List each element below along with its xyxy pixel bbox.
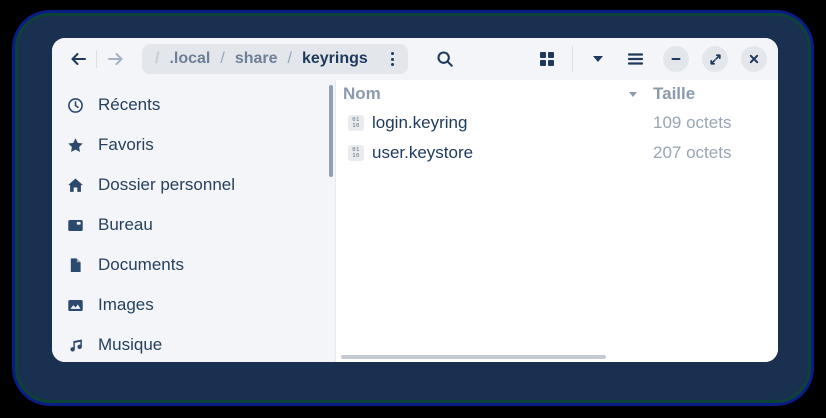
maximize-button[interactable] bbox=[702, 46, 728, 72]
sidebar-item-label: Dossier personnel bbox=[98, 175, 235, 195]
breadcrumb-segment-current[interactable]: keyrings bbox=[302, 50, 368, 68]
sidebar-item-home[interactable]: Dossier personnel bbox=[52, 165, 335, 205]
minimize-icon bbox=[670, 53, 682, 65]
expand-diagonal-icon bbox=[709, 53, 722, 66]
sidebar-item-music[interactable]: Musique bbox=[52, 325, 335, 362]
path-options-button[interactable] bbox=[382, 46, 404, 72]
nav-separator bbox=[96, 50, 97, 68]
arrow-right-icon bbox=[106, 51, 125, 67]
file-name: login.keyring bbox=[372, 113, 653, 133]
music-note-icon bbox=[65, 337, 85, 354]
window-body: Récents Favoris Dossier personnel bbox=[52, 80, 778, 362]
sidebar-item-label: Musique bbox=[98, 335, 162, 355]
file-row-login-keyring[interactable]: 01 10 login.keyring 109 octets bbox=[336, 108, 778, 138]
sidebar: Récents Favoris Dossier personnel bbox=[52, 80, 335, 362]
sidebar-item-pictures[interactable]: Images bbox=[52, 285, 335, 325]
star-icon bbox=[65, 137, 85, 154]
arrow-left-icon bbox=[69, 51, 88, 67]
minimize-button[interactable] bbox=[663, 46, 689, 72]
file-manager-window: / .local / share / keyrings bbox=[52, 38, 778, 362]
desktop-icon bbox=[65, 217, 85, 234]
sidebar-item-label: Bureau bbox=[98, 215, 153, 235]
breadcrumb-separator: / bbox=[220, 50, 224, 68]
sidebar-item-documents[interactable]: Documents bbox=[52, 245, 335, 285]
caret-down-icon bbox=[593, 56, 603, 62]
sidebar-item-label: Documents bbox=[98, 255, 184, 275]
breadcrumb-separator: / bbox=[288, 50, 292, 68]
column-header-size[interactable]: Taille bbox=[653, 84, 778, 104]
breadcrumb-root-slash: / bbox=[155, 50, 159, 68]
file-name: user.keystore bbox=[372, 143, 653, 163]
sidebar-item-desktop[interactable]: Bureau bbox=[52, 205, 335, 245]
sidebar-item-favorites[interactable]: Favoris bbox=[52, 125, 335, 165]
grid-view-button[interactable] bbox=[532, 44, 562, 74]
breadcrumb-segment-local[interactable]: .local bbox=[169, 50, 210, 68]
titlebar: / .local / share / keyrings bbox=[52, 38, 778, 80]
search-button[interactable] bbox=[430, 44, 460, 74]
forward-button[interactable] bbox=[100, 44, 130, 74]
sidebar-scrollbar[interactable] bbox=[329, 85, 333, 177]
sidebar-item-label: Favoris bbox=[98, 135, 154, 155]
file-size: 109 octets bbox=[653, 113, 778, 133]
binary-file-icon: 01 10 bbox=[348, 145, 364, 161]
search-icon bbox=[436, 50, 454, 68]
view-separator bbox=[572, 46, 573, 72]
image-icon bbox=[65, 297, 85, 314]
main-menu-button[interactable] bbox=[620, 44, 650, 74]
file-row-user-keystore[interactable]: 01 10 user.keystore 207 octets bbox=[336, 138, 778, 168]
file-size: 207 octets bbox=[653, 143, 778, 163]
horizontal-scrollbar[interactable] bbox=[341, 355, 606, 359]
view-options-button[interactable] bbox=[583, 44, 613, 74]
breadcrumb: / .local / share / keyrings bbox=[142, 44, 408, 74]
column-size-label: Taille bbox=[653, 84, 695, 103]
sidebar-item-label: Récents bbox=[98, 95, 160, 115]
kebab-vertical-icon bbox=[391, 52, 394, 55]
toolbar-right-cluster bbox=[532, 44, 767, 74]
file-list-pane: Nom Taille 01 10 login.keyring 109 octet… bbox=[335, 80, 778, 362]
column-header-name[interactable]: Nom bbox=[343, 84, 653, 104]
sidebar-item-recents[interactable]: Récents bbox=[52, 85, 335, 125]
clock-icon bbox=[65, 97, 85, 114]
home-icon bbox=[65, 177, 85, 194]
back-button[interactable] bbox=[63, 44, 93, 74]
binary-file-icon: 01 10 bbox=[348, 115, 364, 131]
breadcrumb-segment-share[interactable]: share bbox=[235, 50, 278, 68]
close-button[interactable] bbox=[741, 46, 767, 72]
sidebar-item-label: Images bbox=[98, 295, 154, 315]
grid-view-icon bbox=[539, 51, 555, 67]
close-icon bbox=[748, 53, 760, 65]
sort-caret-icon bbox=[629, 92, 637, 97]
column-name-label: Nom bbox=[343, 84, 381, 104]
hamburger-icon bbox=[627, 52, 644, 66]
document-icon bbox=[65, 257, 85, 274]
list-header: Nom Taille bbox=[336, 80, 778, 108]
